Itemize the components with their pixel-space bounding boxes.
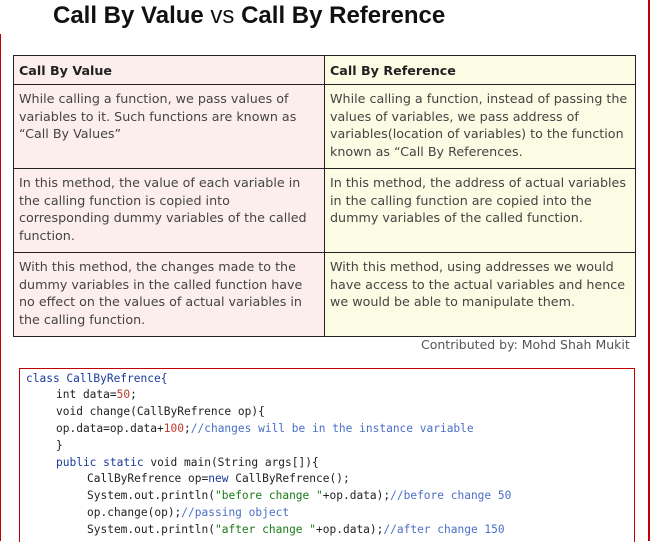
code-comment: //passing object (181, 506, 290, 519)
header-call-by-value: Call By Value (13, 55, 325, 85)
code-text: System.out.println( (87, 489, 215, 502)
code-string: "before change " (214, 489, 323, 502)
code-comment: //before change 50 (390, 489, 512, 502)
table-cell: In this method, the address of actual va… (324, 168, 636, 253)
code-text: op.change(op); (87, 506, 182, 519)
code-keyword: new (208, 472, 229, 485)
code-text: } (56, 439, 63, 452)
code-text: +op.data); (322, 489, 391, 502)
code-text: int data= (56, 388, 117, 401)
code-line: } (56, 438, 63, 454)
contributor-credit: Contributed by: Mohd Shah Mukit (421, 337, 630, 352)
header-call-by-reference: Call By Reference (324, 55, 636, 85)
code-string: "after change " (214, 523, 317, 536)
code-text: ; (184, 422, 191, 435)
table-cell: While calling a function, instead of pas… (324, 84, 636, 169)
table-cell: While calling a function, we pass values… (13, 84, 325, 169)
code-text: CallByRefrence op= (87, 472, 209, 485)
code-line: void change(CallByRefrence op){ (56, 404, 265, 420)
table-row: With this method, the changes made to th… (13, 252, 636, 337)
code-text: void change(CallByRefrence op){ (56, 405, 265, 418)
frame-left-border (0, 34, 1, 541)
frame-right-border (648, 0, 650, 541)
code-text: CallByRefrence{ (59, 372, 168, 385)
title-vs: vs (210, 2, 235, 29)
table-header-row: Call By Value Call By Reference (13, 55, 636, 85)
code-number: 50 (116, 388, 131, 401)
code-line: op.data=op.data+100;//changes will be in… (56, 421, 474, 437)
code-line: System.out.println("after change "+op.da… (87, 522, 505, 538)
code-line: CallByRefrence op=new CallByRefrence(); (87, 471, 350, 487)
code-block: class CallByRefrence{ int data=50; void … (19, 368, 635, 542)
code-text: op.data=op.data+ (56, 422, 164, 435)
code-number: 100 (163, 422, 184, 435)
code-text: +op.data); (316, 523, 384, 536)
code-line: System.out.println("before change "+op.d… (87, 488, 511, 504)
code-keyword: public (56, 456, 97, 469)
code-keyword: class (26, 372, 60, 385)
code-text: CallByRefrence(); (228, 472, 350, 485)
table-cell: In this method, the value of each variab… (13, 168, 325, 253)
code-text: System.out.println( (87, 523, 215, 536)
table-row: While calling a function, we pass values… (13, 84, 636, 169)
code-comment: //changes will be in the instance variab… (190, 422, 474, 435)
title-left: Call By Value (53, 2, 204, 29)
code-text: void main(String args[]){ (143, 456, 319, 469)
code-line: op.change(op);//passing object (87, 505, 289, 521)
page-title: Call By Value vs Call By Reference (53, 2, 445, 30)
table-row: In this method, the value of each variab… (13, 168, 636, 253)
comparison-table: Call By Value Call By Reference While ca… (13, 55, 636, 337)
title-right: Call By Reference (241, 2, 446, 29)
table-cell: With this method, the changes made to th… (13, 252, 325, 337)
code-line: public static void main(String args[]){ (56, 455, 319, 471)
code-line: class CallByRefrence{ (26, 371, 167, 387)
table-cell: With this method, using addresses we wou… (324, 252, 636, 337)
code-keyword: static (103, 456, 144, 469)
code-line: int data=50; (56, 387, 137, 403)
code-text: ; (130, 388, 137, 401)
code-comment: //after change 150 (383, 523, 505, 536)
